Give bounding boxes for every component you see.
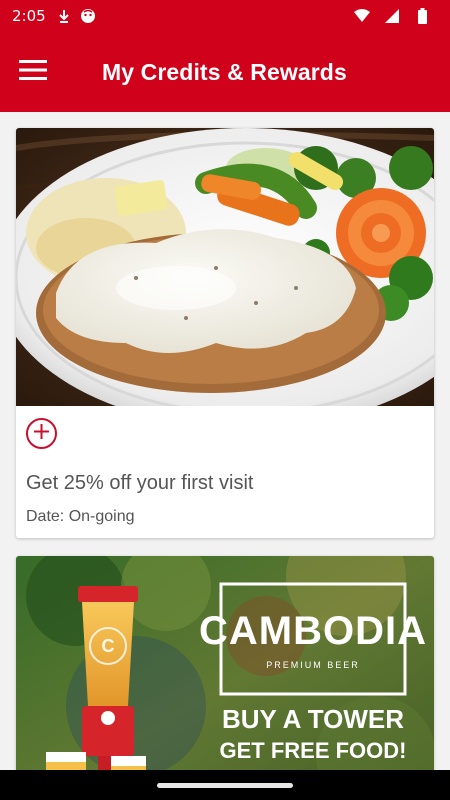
add-circle-icon	[33, 423, 50, 445]
home-gesture-pill[interactable]	[157, 782, 293, 788]
reward-date: Date: On-going	[26, 508, 135, 525]
signal-icon	[384, 8, 400, 24]
add-reward-button[interactable]	[26, 418, 57, 449]
promo-brand-sub: PREMIUM BEER	[266, 660, 360, 670]
menu-button[interactable]	[0, 32, 66, 112]
reward-card[interactable]: Get 25% off your first visit Date: On-go…	[16, 128, 434, 538]
app-bar: My Credits & Rewards	[0, 32, 450, 112]
page-title: My Credits & Rewards	[102, 58, 347, 85]
navigation-bar	[0, 770, 450, 800]
hamburger-menu-icon	[18, 59, 48, 86]
rewards-list[interactable]: Get 25% off your first visit Date: On-go…	[0, 112, 450, 770]
svg-text:C: C	[102, 636, 115, 656]
promo-line2: GET FREE FOOD!	[220, 738, 407, 763]
status-bar: 2:05	[0, 0, 450, 32]
download-arrow-icon	[56, 8, 72, 24]
reward-image	[16, 128, 434, 406]
promo-line1: BUY A TOWER	[222, 704, 404, 734]
battery-icon	[414, 8, 430, 24]
reward-image: C CAMBODIA PREMIUM BEER BUY A TOWER GET …	[16, 556, 434, 770]
notification-face-icon	[80, 8, 96, 24]
reward-card[interactable]: C CAMBODIA PREMIUM BEER BUY A TOWER GET …	[16, 556, 434, 770]
reward-title: Get 25% off your first visit	[26, 472, 254, 494]
promo-brand: CAMBODIA	[199, 609, 427, 653]
wifi-icon	[354, 8, 370, 24]
status-time: 2:05	[12, 7, 46, 25]
